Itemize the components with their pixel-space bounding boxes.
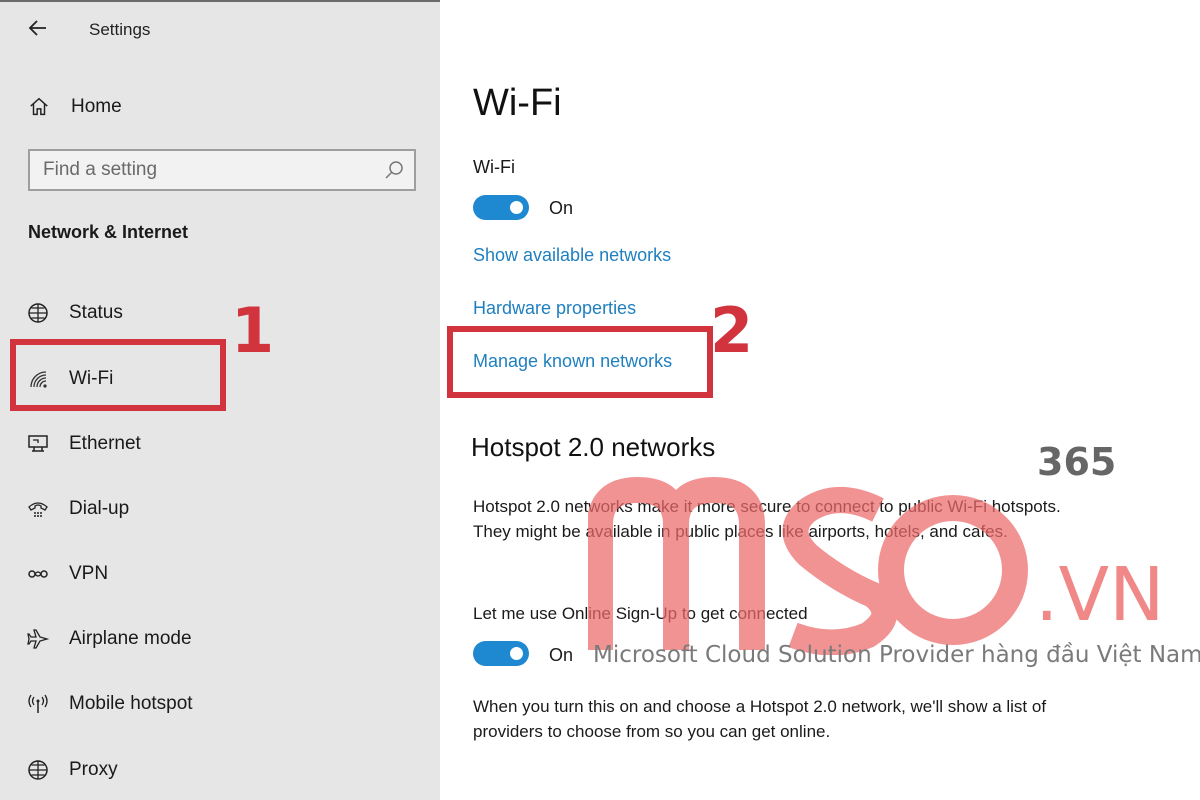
page-title: Wi-Fi [473, 82, 562, 124]
online-signup-toggle[interactable] [473, 641, 529, 666]
sidebar-item-label: Status [69, 302, 123, 323]
sidebar-item-proxy[interactable]: Proxy [0, 745, 440, 795]
step1-highlight-box [10, 339, 226, 411]
step2-highlight-box [447, 326, 713, 398]
search-input[interactable] [30, 151, 373, 189]
ethernet-icon [26, 432, 50, 456]
sidebar-item-label: VPN [69, 563, 109, 584]
window-title: Settings [89, 20, 151, 39]
globe-icon [26, 301, 50, 325]
dial-up-icon [26, 497, 50, 521]
search-box[interactable] [28, 149, 416, 191]
sidebar-item-dial-up[interactable]: Dial-up [0, 484, 440, 534]
wifi-setting-label: Wi-Fi [473, 157, 515, 177]
wifi-toggle[interactable] [473, 195, 529, 220]
search-icon[interactable] [384, 160, 404, 180]
step2-number: 2 [710, 294, 754, 367]
vpn-icon [26, 562, 50, 586]
home-nav-item[interactable]: Home [28, 94, 122, 120]
toggle-knob [510, 201, 523, 214]
hotspot-note: When you turn this on and choose a Hotsp… [473, 697, 1047, 741]
sidebar-item-ethernet[interactable]: Ethernet [0, 419, 440, 469]
step1-number: 1 [231, 294, 275, 367]
home-label: Home [71, 96, 122, 117]
main-content: Wi-Fi Wi-Fi On Show available networks H… [440, 0, 1200, 800]
wifi-toggle-state: On [549, 198, 574, 218]
sidebar-item-label: Mobile hotspot [69, 693, 193, 714]
watermark-number: 365 [1037, 440, 1117, 484]
section-title: Network & Internet [28, 222, 189, 242]
home-icon [30, 97, 48, 116]
sidebar-item-label: Proxy [69, 759, 118, 780]
sidebar-item-mobile-hotspot[interactable]: Mobile hotspot [0, 679, 440, 729]
back-arrow-icon [28, 20, 46, 36]
sidebar-item-status[interactable]: Status [0, 288, 440, 338]
sidebar-item-airplane-mode[interactable]: Airplane mode [0, 614, 440, 664]
airplane-icon [26, 627, 50, 651]
watermark-domain: .VN [1035, 552, 1165, 638]
show-available-networks-link[interactable]: Show available networks [473, 245, 671, 266]
sidebar-item-label: Airplane mode [69, 628, 192, 649]
toggle-knob [510, 647, 523, 660]
globe-icon [26, 758, 50, 782]
mso-logo-watermark [588, 476, 1028, 655]
sidebar-item-vpn[interactable]: VPN [0, 549, 440, 599]
sidebar-item-label: Dial-up [69, 498, 130, 519]
hotspot-icon [26, 692, 50, 716]
sidebar-item-label: Ethernet [69, 433, 141, 454]
watermark-tagline: Microsoft Cloud Solution Provider hàng đ… [593, 642, 1200, 668]
online-signup-toggle-state: On [549, 645, 574, 665]
back-button[interactable] [26, 16, 50, 40]
hardware-properties-link[interactable]: Hardware properties [473, 298, 636, 319]
